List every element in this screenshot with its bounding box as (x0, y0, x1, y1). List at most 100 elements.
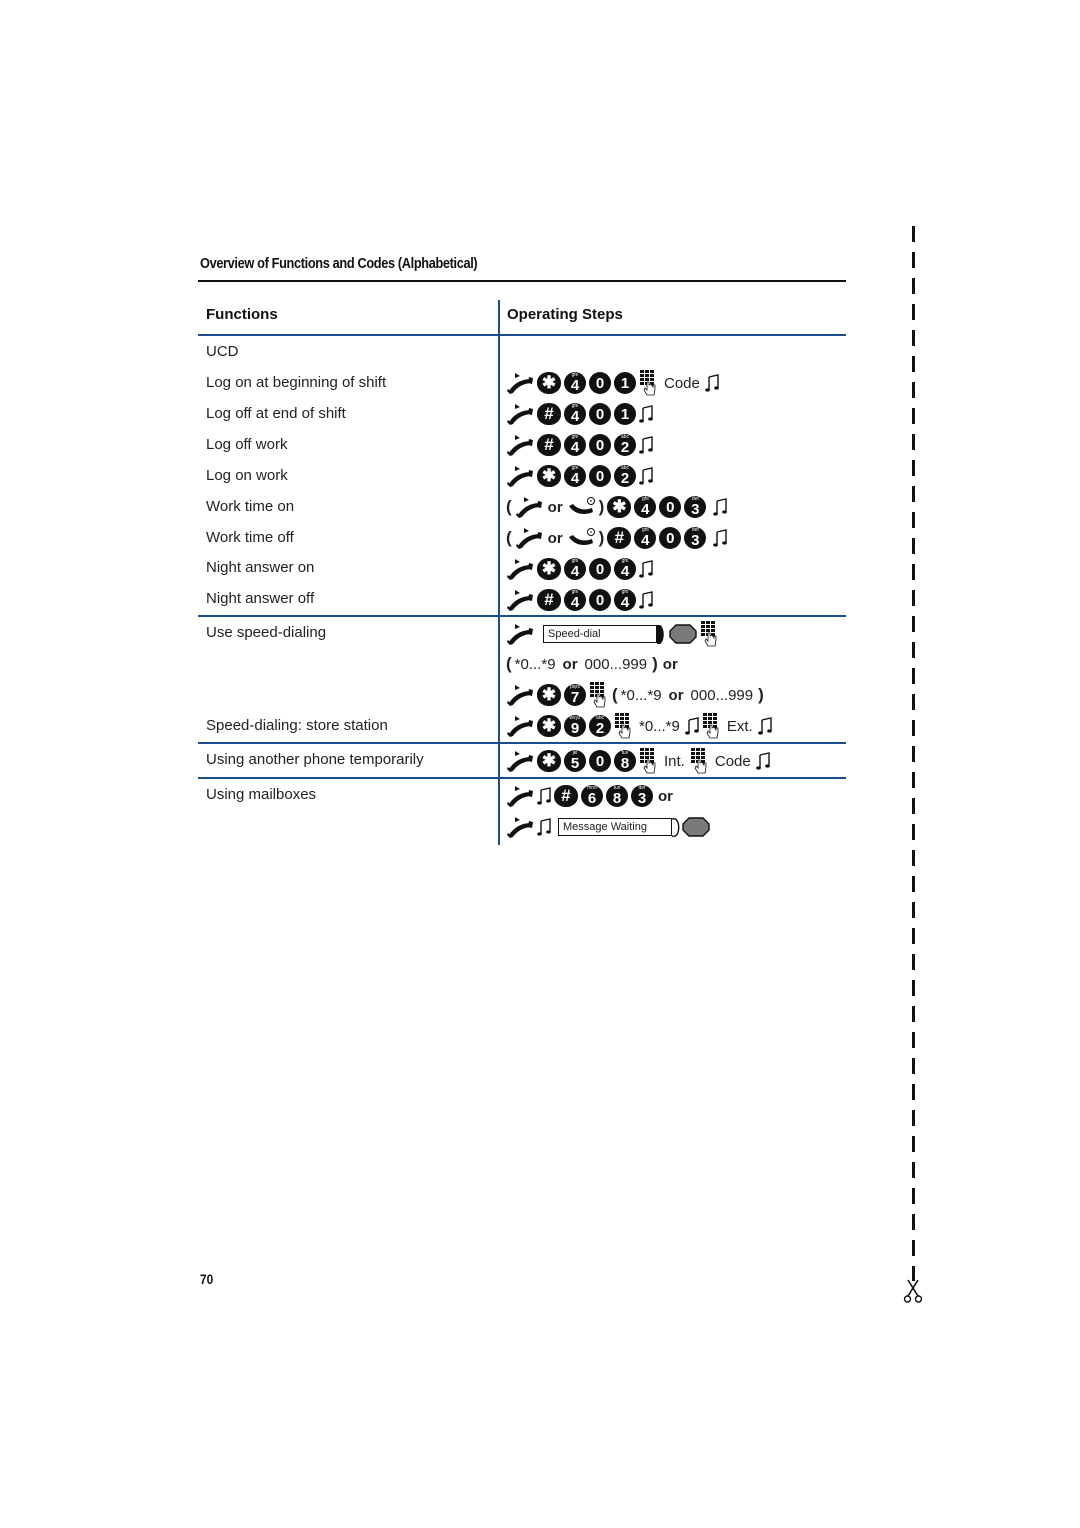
function-mailboxes: Using mailboxes (206, 786, 317, 803)
lift-handset-icon (506, 434, 534, 456)
key-star: ✱ (537, 465, 561, 487)
keypad-entry-icon (614, 713, 634, 739)
int-label: Int. (664, 752, 685, 770)
open-paren: ( (612, 685, 618, 704)
key-star: ✱ (537, 715, 561, 737)
range-star: *0...*9 (620, 686, 662, 704)
title-rule (198, 280, 846, 282)
function-another-phone: Using another phone temporarily (206, 751, 424, 768)
key-8: tuv 8 (614, 750, 636, 772)
function-night-answer-off: Night answer off (206, 590, 315, 607)
key-star: ✱ (537, 372, 561, 394)
steps-mailboxes-code: # mno 6 tuv 8 def 3 or (506, 783, 675, 809)
steps-work-time-off: ( or ) # ghi 4 0 def 3 (506, 525, 727, 551)
function-log-on-work: Log on work (206, 467, 288, 484)
key-1: 1 (614, 403, 636, 425)
confirmation-tone-icon (639, 405, 653, 423)
range-star: *0...*9 (514, 655, 556, 673)
function-use-speed-dialing: Use speed-dialing (206, 624, 327, 641)
steps-log-off-work: # ghi 4 0 abc 2 (506, 432, 653, 458)
confirmation-tone-icon (713, 529, 727, 547)
key-1: 1 (614, 372, 636, 394)
function-log-off-work: Log off work (206, 436, 288, 453)
keypad-entry-icon (639, 370, 659, 396)
key-star: ✱ (607, 496, 632, 518)
keypad-entry-icon (700, 621, 720, 647)
key-star: ✱ (537, 684, 561, 706)
function-night-answer-on: Night answer on (206, 559, 315, 576)
key-star: ✱ (537, 558, 561, 580)
or-label: or (547, 498, 563, 516)
confirmation-tone-icon (639, 436, 653, 454)
keypad-entry-icon (702, 713, 722, 739)
steps-speed-dial-code: ✱ pqrs 7 ( *0...*9 or 000...999 ) (506, 682, 764, 708)
handset-ringing-icon (568, 496, 596, 518)
key-0: 0 (659, 527, 682, 549)
lift-handset-icon (506, 558, 534, 580)
lift-handset-icon (506, 372, 534, 394)
key-hash: # (537, 434, 561, 456)
key-hash: # (537, 403, 561, 425)
key-7: pqrs 7 (564, 684, 586, 706)
confirmation-tone-icon (537, 787, 551, 805)
steps-work-time-on: ( or ) ✱ ghi 4 0 def 3 (506, 494, 727, 520)
key-star: ✱ (537, 750, 561, 772)
header-rule (198, 334, 846, 336)
section-title: Overview of Functions and Codes (Alphabe… (200, 256, 478, 272)
lift-handset-icon (506, 785, 534, 807)
key-0: 0 (589, 403, 611, 425)
speed-dial-display-key[interactable]: Speed-dial (543, 625, 657, 643)
key-2: abc 2 (614, 465, 636, 487)
steps-night-answer-on: ✱ ghi 4 0 ghi 4 (506, 556, 653, 582)
function-log-off-shift: Log off at end of shift (206, 405, 346, 422)
keypad-entry-icon (690, 748, 710, 774)
key-0: 0 (589, 589, 611, 611)
lift-handset-icon (506, 715, 534, 737)
message-waiting-display-key[interactable]: Message Waiting (558, 818, 672, 836)
ext-label: Ext. (726, 717, 753, 735)
lift-handset-icon (506, 623, 534, 645)
keypad-entry-icon (589, 682, 609, 708)
confirmation-tone-icon (758, 717, 772, 735)
display-key-icon[interactable] (682, 817, 710, 837)
key-2: abc 2 (589, 715, 611, 737)
confirmation-tone-icon (639, 591, 653, 609)
key-4: ghi 4 (634, 527, 657, 549)
function-log-on-shift: Log on at beginning of shift (206, 374, 387, 391)
header-functions: Functions (206, 306, 278, 323)
range-num: 000...999 (584, 655, 648, 673)
open-paren: ( (506, 654, 512, 673)
handset-ringing-icon (568, 527, 596, 549)
display-key-cap-icon (672, 818, 681, 837)
key-2: abc 2 (614, 434, 636, 456)
function-ucd: UCD (206, 343, 239, 360)
lift-handset-icon (506, 816, 534, 838)
steps-night-answer-off: # ghi 4 0 ghi 4 (506, 587, 653, 613)
key-4: ghi 4 (634, 496, 657, 518)
key-0: 0 (589, 434, 611, 456)
function-work-time-on: Work time on (206, 498, 295, 515)
key-hash: # (607, 527, 632, 549)
open-paren: ( (506, 528, 512, 547)
key-4: ghi 4 (564, 434, 586, 456)
or-label: or (562, 655, 578, 673)
row-rule (198, 742, 846, 744)
column-divider (498, 300, 500, 845)
steps-log-off-shift: # ghi 4 0 1 (506, 401, 653, 427)
page-number: 70 (200, 1271, 214, 1287)
code-label: Code (714, 752, 751, 770)
key-hash: # (554, 785, 578, 807)
lift-handset-icon (506, 684, 534, 706)
key-4: ghi 4 (614, 558, 636, 580)
close-paren: ) (598, 528, 605, 547)
display-key-icon[interactable] (669, 624, 697, 644)
confirmation-tone-icon (537, 818, 551, 836)
steps-mailboxes-display: Message Waiting (506, 814, 710, 840)
lift-handset-icon (506, 465, 534, 487)
steps-speed-dial-display: Speed-dial (506, 621, 720, 647)
key-6: mno 6 (581, 785, 603, 807)
scissors-icon (903, 1279, 923, 1303)
close-paren: ) (758, 685, 764, 704)
confirmation-tone-icon (756, 752, 770, 770)
range-num: 000...999 (690, 686, 754, 704)
